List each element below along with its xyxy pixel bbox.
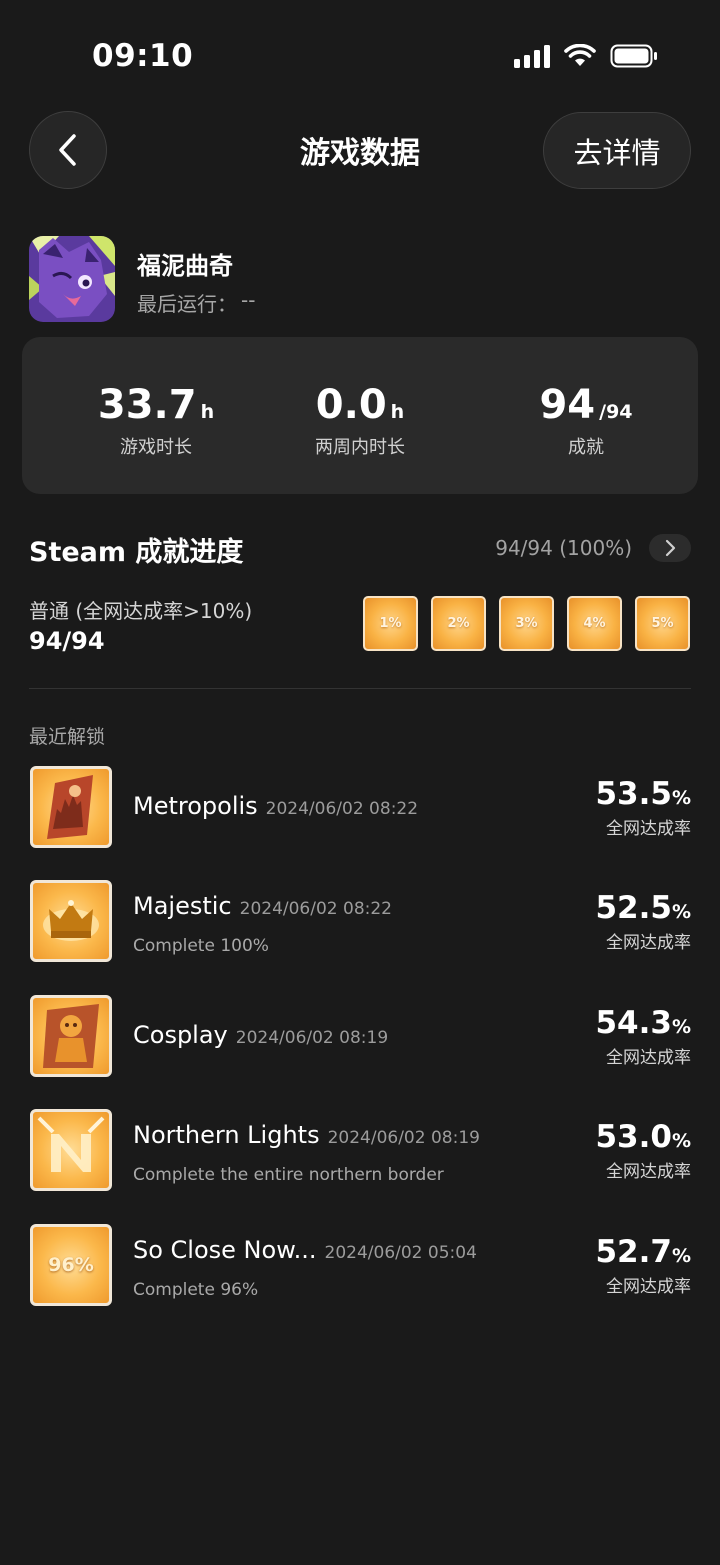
achievement-description: Complete 100% bbox=[133, 936, 269, 956]
achievement-date: 2024/06/02 08:22 bbox=[265, 799, 419, 819]
status-time: 09:10 bbox=[92, 38, 194, 74]
rarity-badge[interactable]: 2% bbox=[431, 596, 486, 651]
rarity-badge[interactable]: 1% bbox=[363, 596, 418, 651]
stat-unit: /94 bbox=[599, 401, 633, 423]
rate-label: 全网达成率 bbox=[606, 933, 691, 953]
rate-label: 全网达成率 bbox=[606, 1048, 691, 1068]
achievement-date: 2024/06/02 08:22 bbox=[239, 899, 393, 919]
recent-unlock-label: 最近解锁 bbox=[29, 726, 106, 748]
achievement-title: Majestic 2024/06/02 08:22 bbox=[133, 892, 392, 920]
icon-text: 96% bbox=[48, 1254, 94, 1276]
achievement-row[interactable]: Northern Lights 2024/06/02 08:19 Complete… bbox=[29, 1109, 691, 1193]
achievement-row[interactable]: Metropolis 2024/06/02 08:22 53.5% 全网达成率 bbox=[29, 766, 691, 850]
achievement-title: Metropolis 2024/06/02 08:22 bbox=[133, 792, 418, 820]
stat-achievements: 94/94 成就 bbox=[476, 381, 696, 459]
achievement-rate: 53.0% 全网达成率 bbox=[595, 1119, 691, 1182]
go-detail-button[interactable]: 去详情 bbox=[543, 112, 691, 189]
achievement-name: So Close Now... bbox=[133, 1236, 317, 1264]
achievement-name: Cosplay bbox=[133, 1021, 228, 1049]
achievement-rate: 52.7% 全网达成率 bbox=[595, 1234, 691, 1297]
stat-playtime: 33.7 h 游戏时长 bbox=[46, 381, 266, 459]
stat-value: 33.7 bbox=[97, 382, 197, 428]
game-name: 福泥曲奇 bbox=[137, 252, 233, 280]
achievement-rate: 54.3% 全网达成率 bbox=[595, 1005, 691, 1068]
rate-unit: % bbox=[671, 787, 691, 809]
stat-value: 94 bbox=[539, 382, 596, 428]
rate-value: 53.0 bbox=[595, 1119, 672, 1155]
achievement-description: Complete the entire northern border bbox=[133, 1165, 444, 1185]
last-run: 最后运行： -- bbox=[137, 288, 255, 317]
tier-count: 94/94 bbox=[29, 627, 105, 655]
achievement-date: 2024/06/02 05:04 bbox=[324, 1243, 477, 1263]
achievement-row[interactable]: Majestic 2024/06/02 08:22 Complete 100% 5… bbox=[29, 880, 691, 964]
status-icons bbox=[514, 44, 658, 68]
rate-label: 全网达成率 bbox=[606, 819, 691, 839]
achievement-row[interactable]: Cosplay 2024/06/02 08:19 54.3% 全网达成率 bbox=[29, 995, 691, 1079]
achievement-description: Complete 96% bbox=[133, 1280, 259, 1300]
game-cover-image bbox=[29, 236, 115, 322]
achievement-title: So Close Now... 2024/06/02 05:04 bbox=[133, 1236, 477, 1264]
rate-unit: % bbox=[671, 901, 691, 923]
progress-more-button[interactable] bbox=[649, 534, 691, 562]
rate-value: 53.5 bbox=[595, 776, 672, 812]
stat-unit: h bbox=[390, 401, 405, 423]
rarity-badges: 1% 2% 3% 4% 5% bbox=[363, 596, 690, 651]
stat-label: 游戏时长 bbox=[120, 437, 192, 458]
achievement-date: 2024/06/02 08:19 bbox=[235, 1028, 389, 1048]
achievement-name: Metropolis bbox=[133, 792, 258, 820]
rate-value: 54.3 bbox=[595, 1005, 672, 1041]
rarity-badge[interactable]: 5% bbox=[635, 596, 690, 651]
achievement-title: Cosplay 2024/06/02 08:19 bbox=[133, 1021, 388, 1049]
achievement-rate: 52.5% 全网达成率 bbox=[595, 890, 691, 953]
achievement-date: 2024/06/02 08:19 bbox=[327, 1128, 480, 1148]
battery-icon bbox=[610, 44, 657, 68]
last-run-value: -- bbox=[241, 288, 256, 312]
letter-n-icon bbox=[30, 1109, 112, 1191]
rate-label: 全网达成率 bbox=[606, 1162, 691, 1182]
tier-label: 普通 (全网达成率>10%) bbox=[29, 599, 253, 623]
rate-unit: % bbox=[671, 1245, 691, 1267]
achievement-row[interactable]: 96% So Close Now... 2024/06/02 05:04 Comp… bbox=[29, 1224, 691, 1308]
chevron-right-icon bbox=[665, 539, 676, 557]
stat-label: 两周内时长 bbox=[315, 437, 405, 458]
cellular-signal-icon bbox=[514, 44, 550, 68]
rarity-badge[interactable]: 4% bbox=[567, 596, 622, 651]
crown-icon bbox=[30, 880, 112, 962]
rarity-badge[interactable]: 3% bbox=[499, 596, 554, 651]
stat-two-week-playtime: 0.0 h 两周内时长 bbox=[250, 381, 470, 459]
achievement-name: Majestic bbox=[133, 892, 232, 920]
status-bar: 09:10 bbox=[0, 0, 720, 110]
rate-value: 52.5 bbox=[595, 890, 672, 926]
rate-label: 全网达成率 bbox=[606, 1277, 691, 1297]
city-icon bbox=[30, 766, 112, 848]
rate-value: 52.7 bbox=[595, 1234, 672, 1270]
rate-unit: % bbox=[671, 1130, 691, 1152]
achievement-name: Northern Lights bbox=[133, 1121, 320, 1149]
character-icon bbox=[30, 995, 112, 1077]
divider bbox=[29, 688, 691, 689]
rate-unit: % bbox=[671, 1016, 691, 1038]
stats-card: 33.7 h 游戏时长 0.0 h 两周内时长 94/94 成就 bbox=[22, 337, 698, 494]
achievement-rate: 53.5% 全网达成率 bbox=[595, 776, 691, 839]
last-run-label: 最后运行： bbox=[137, 292, 237, 316]
stat-label: 成就 bbox=[568, 437, 604, 458]
stat-unit: h bbox=[200, 401, 215, 423]
achievement-progress-summary[interactable]: 94/94 (100%) bbox=[495, 536, 632, 560]
achievement-title: Northern Lights 2024/06/02 08:19 bbox=[133, 1121, 480, 1149]
achievement-progress-title: Steam 成就进度 bbox=[29, 537, 244, 568]
wifi-icon bbox=[564, 44, 596, 66]
percent-96-icon: 96% bbox=[30, 1224, 112, 1306]
stat-value: 0.0 bbox=[315, 382, 387, 428]
